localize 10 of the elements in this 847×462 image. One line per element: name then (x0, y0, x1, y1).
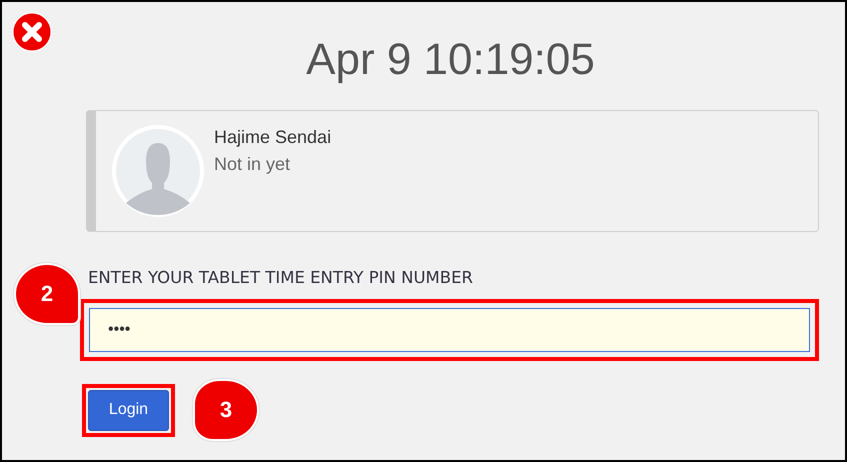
login-button[interactable]: Login (88, 390, 169, 430)
step-callout: 2 (14, 263, 80, 325)
employee-name: Hajime Sendai (214, 127, 332, 148)
pin-input-field[interactable]: •••• (89, 308, 810, 352)
avatar-icon (112, 125, 204, 217)
close-icon[interactable] (12, 12, 52, 52)
employee-status: Not in yet (214, 154, 292, 175)
pin-label: ENTER YOUR TABLET TIME ENTRY PIN NUMBER (88, 268, 474, 287)
date-time: Apr 9 10:19:05 (305, 34, 596, 86)
step-callout: 3 (193, 379, 259, 441)
